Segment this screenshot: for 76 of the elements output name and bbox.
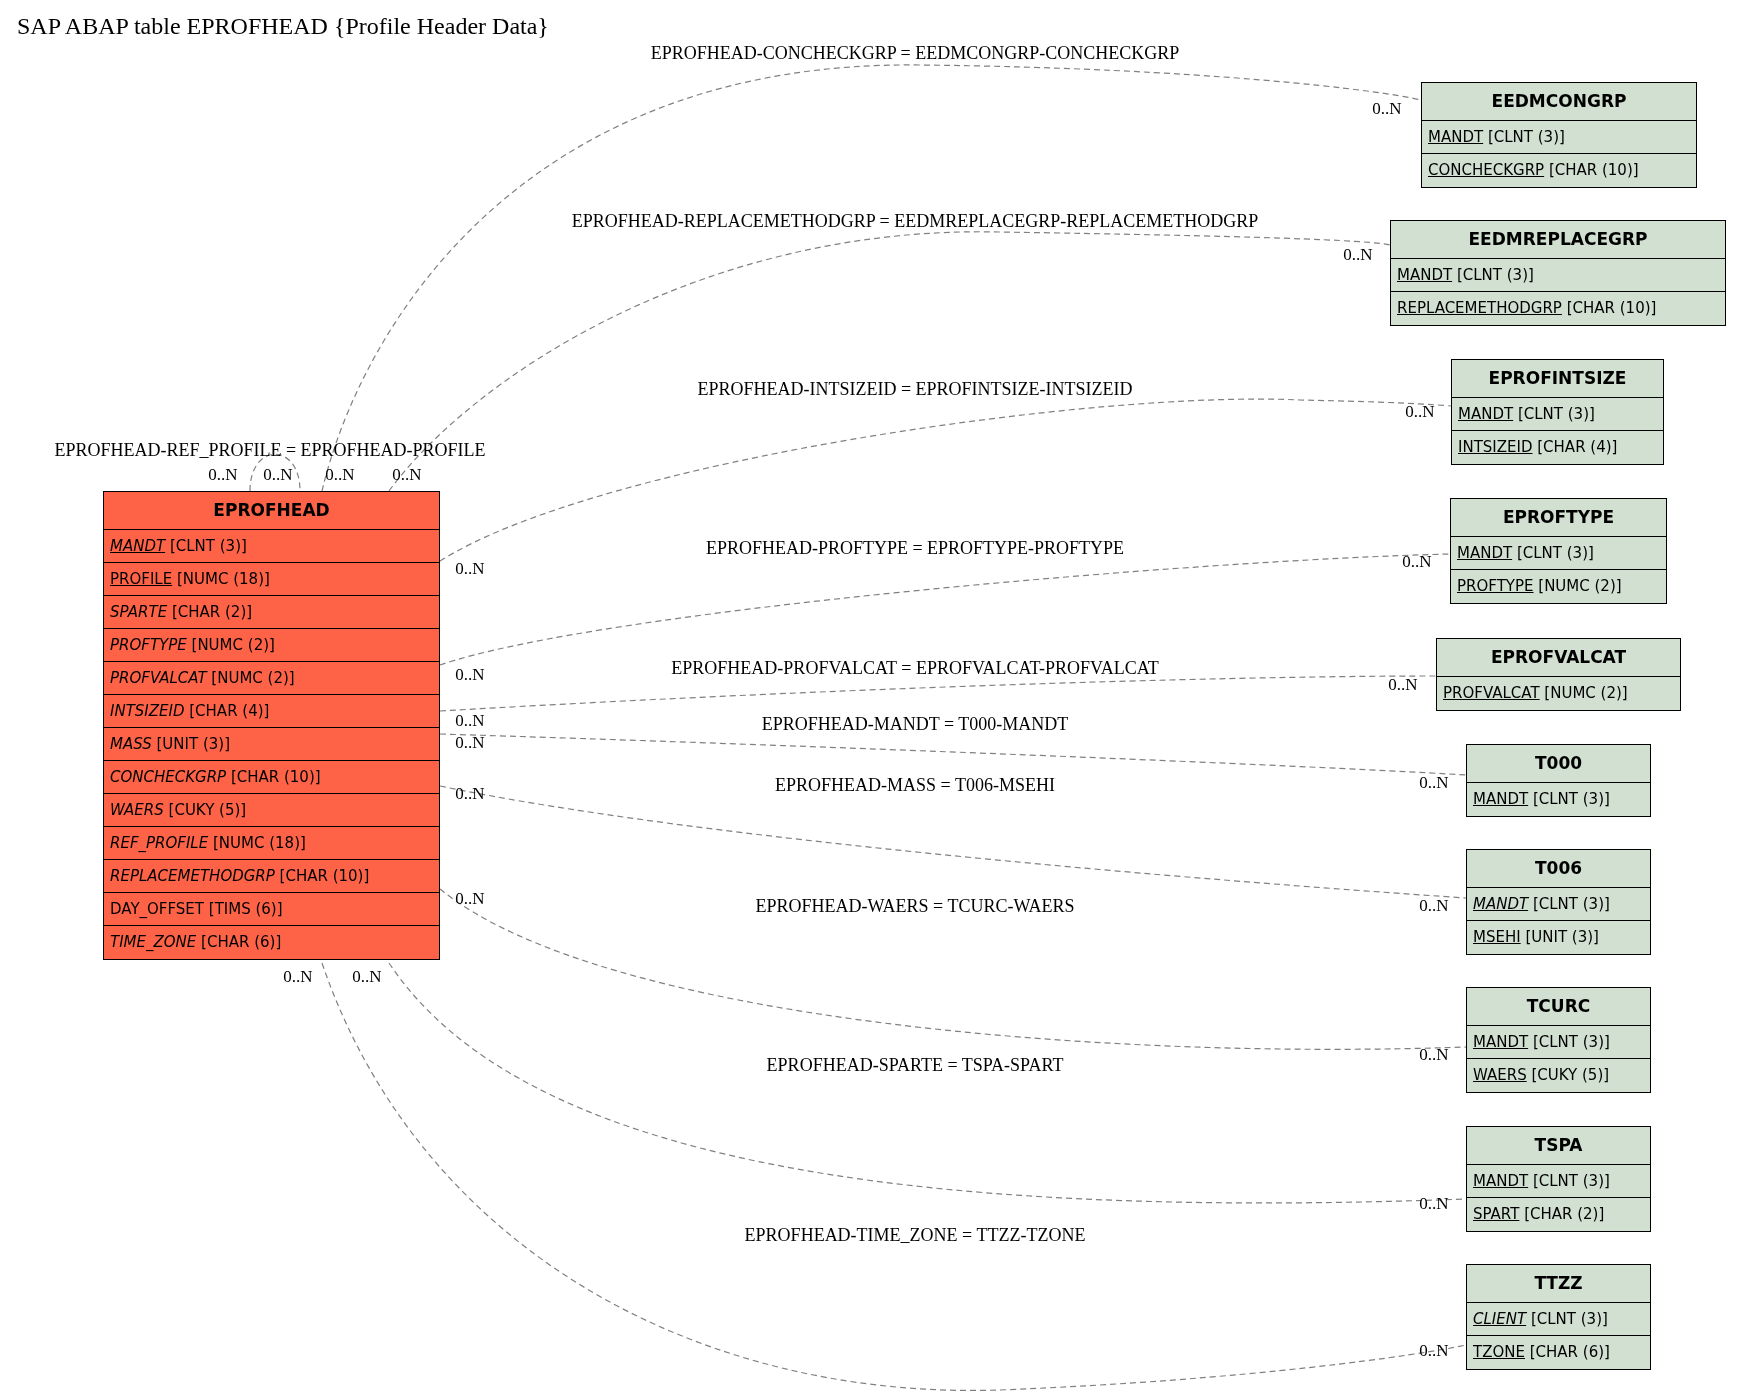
field-row-text: MANDT [CLNT (3)]	[1473, 1170, 1610, 1192]
cardinality-label: 0..N	[263, 464, 293, 487]
cardinality-label: 0..N	[283, 966, 313, 989]
field-row-text: SPART [CHAR (2)]	[1473, 1204, 1605, 1226]
field-row-text: MSEHI [UNIT (3)]	[1473, 927, 1599, 949]
field-row-text: PROFTYPE [NUMC (2)]	[110, 634, 275, 656]
relation-label: EPROFHEAD-WAERS = TCURC-WAERS	[755, 894, 1075, 918]
table-name: EEDMREPLACEGRP	[1468, 227, 1648, 251]
field-row-text: PROFVALCAT [NUMC (2)]	[110, 667, 295, 689]
cardinality-label: 0..N	[1402, 551, 1432, 574]
cardinality-label: 0..N	[1405, 401, 1435, 424]
table-name: TCURC	[1526, 994, 1591, 1018]
field-row-text: CLIENT [CLNT (3)]	[1473, 1308, 1608, 1330]
field-row-text: MASS [UNIT (3)]	[110, 733, 230, 755]
field-row-text: MANDT [CLNT (3)]	[1458, 403, 1595, 425]
field-row-text: TZONE [CHAR (6)]	[1473, 1342, 1610, 1364]
cardinality-label: 0..N	[455, 732, 485, 755]
relation-label: EPROFHEAD-MASS = T006-MSEHI	[775, 773, 1055, 797]
cardinality-label: 0..N	[392, 464, 422, 487]
field-row-text: PROFILE [NUMC (18)]	[110, 568, 270, 590]
field-row-text: CONCHECKGRP [CHAR (10)]	[1428, 160, 1639, 182]
cardinality-label: 0..N	[1419, 1193, 1449, 1216]
relation-label: EPROFHEAD-TIME_ZONE = TTZZ-TZONE	[744, 1223, 1086, 1247]
diagram-title: SAP ABAP table EPROFHEAD {Profile Header Data}	[17, 12, 549, 41]
field-row-text: PROFTYPE [NUMC (2)]	[1457, 576, 1622, 598]
relation-label: EPROFHEAD-REF_PROFILE = EPROFHEAD-PROFILE	[54, 438, 486, 462]
field-row-text: REF_PROFILE [NUMC (18)]	[110, 832, 306, 854]
cardinality-label: 0..N	[208, 464, 238, 487]
cardinality-label: 0..N	[455, 710, 485, 733]
field-row-text: REPLACEMETHODGRP [CHAR (10)]	[1397, 298, 1657, 320]
cardinality-label: 0..N	[352, 966, 382, 989]
field-row-text: MANDT [CLNT (3)]	[1473, 789, 1610, 811]
cardinality-label: 0..N	[1388, 674, 1418, 697]
field-row-text: MANDT [CLNT (3)]	[1428, 126, 1565, 148]
relation-label: EPROFHEAD-REPLACEMETHODGRP = EEDMREPLACEGRP-REPLACEMETHODGRP	[571, 209, 1259, 233]
field-row-text: WAERS [CUKY (5)]	[110, 799, 247, 821]
field-row-text: WAERS [CUKY (5)]	[1473, 1065, 1610, 1087]
field-row-text: MANDT [CLNT (3)]	[1473, 1031, 1610, 1053]
cardinality-label: 0..N	[325, 464, 355, 487]
field-row-text: MANDT [CLNT (3)]	[110, 535, 247, 557]
field-row-text: MANDT [CLNT (3)]	[1457, 542, 1594, 564]
field-row-text: MANDT [CLNT (3)]	[1473, 893, 1610, 915]
cardinality-label: 0..N	[1372, 98, 1402, 121]
field-row-text: PROFVALCAT [NUMC (2)]	[1443, 683, 1628, 705]
field-row-text: SPARTE [CHAR (2)]	[110, 601, 253, 623]
cardinality-label: 0..N	[455, 888, 485, 911]
relation-label: EPROFHEAD-PROFVALCAT = EPROFVALCAT-PROFVALCAT	[671, 656, 1159, 680]
relation-label: EPROFHEAD-SPARTE = TSPA-SPART	[766, 1053, 1064, 1077]
field-row-text: CONCHECKGRP [CHAR (10)]	[110, 766, 321, 788]
table-name: EPROFHEAD	[213, 498, 330, 522]
table-name: EPROFVALCAT	[1490, 645, 1627, 669]
field-row-text: REPLACEMETHODGRP [CHAR (10)]	[110, 865, 370, 887]
field-row-text: INTSIZEID [CHAR (4)]	[1458, 437, 1618, 459]
table-name: TSPA	[1534, 1133, 1583, 1157]
cardinality-label: 0..N	[1419, 895, 1449, 918]
cardinality-label: 0..N	[455, 664, 485, 687]
field-row-text: DAY_OFFSET [TIMS (6)]	[110, 898, 283, 920]
relation-label: EPROFHEAD-INTSIZEID = EPROFINTSIZE-INTSIZEID	[697, 377, 1133, 401]
cardinality-label: 0..N	[455, 558, 485, 581]
field-row-text: INTSIZEID [CHAR (4)]	[110, 700, 270, 722]
relation-label: EPROFHEAD-PROFTYPE = EPROFTYPE-PROFTYPE	[705, 536, 1125, 560]
table-name: EPROFTYPE	[1502, 505, 1615, 529]
table-name: T006	[1534, 856, 1583, 880]
cardinality-label: 0..N	[455, 783, 485, 806]
cardinality-label: 0..N	[1419, 1340, 1449, 1363]
table-name: TTZZ	[1534, 1271, 1583, 1295]
field-row-text: TIME_ZONE [CHAR (6)]	[110, 932, 282, 954]
field-row-text: MANDT [CLNT (3)]	[1397, 264, 1534, 286]
relation-label: EPROFHEAD-CONCHECKGRP = EEDMCONGRP-CONCHECKGRP	[650, 41, 1180, 65]
cardinality-label: 0..N	[1419, 1044, 1449, 1067]
table-name: EPROFINTSIZE	[1488, 366, 1627, 390]
relation-label: EPROFHEAD-MANDT = T000-MANDT	[761, 712, 1069, 736]
cardinality-label: 0..N	[1419, 772, 1449, 795]
cardinality-label: 0..N	[1343, 244, 1373, 267]
table-name: EEDMCONGRP	[1491, 89, 1627, 113]
table-name: T000	[1534, 751, 1583, 775]
